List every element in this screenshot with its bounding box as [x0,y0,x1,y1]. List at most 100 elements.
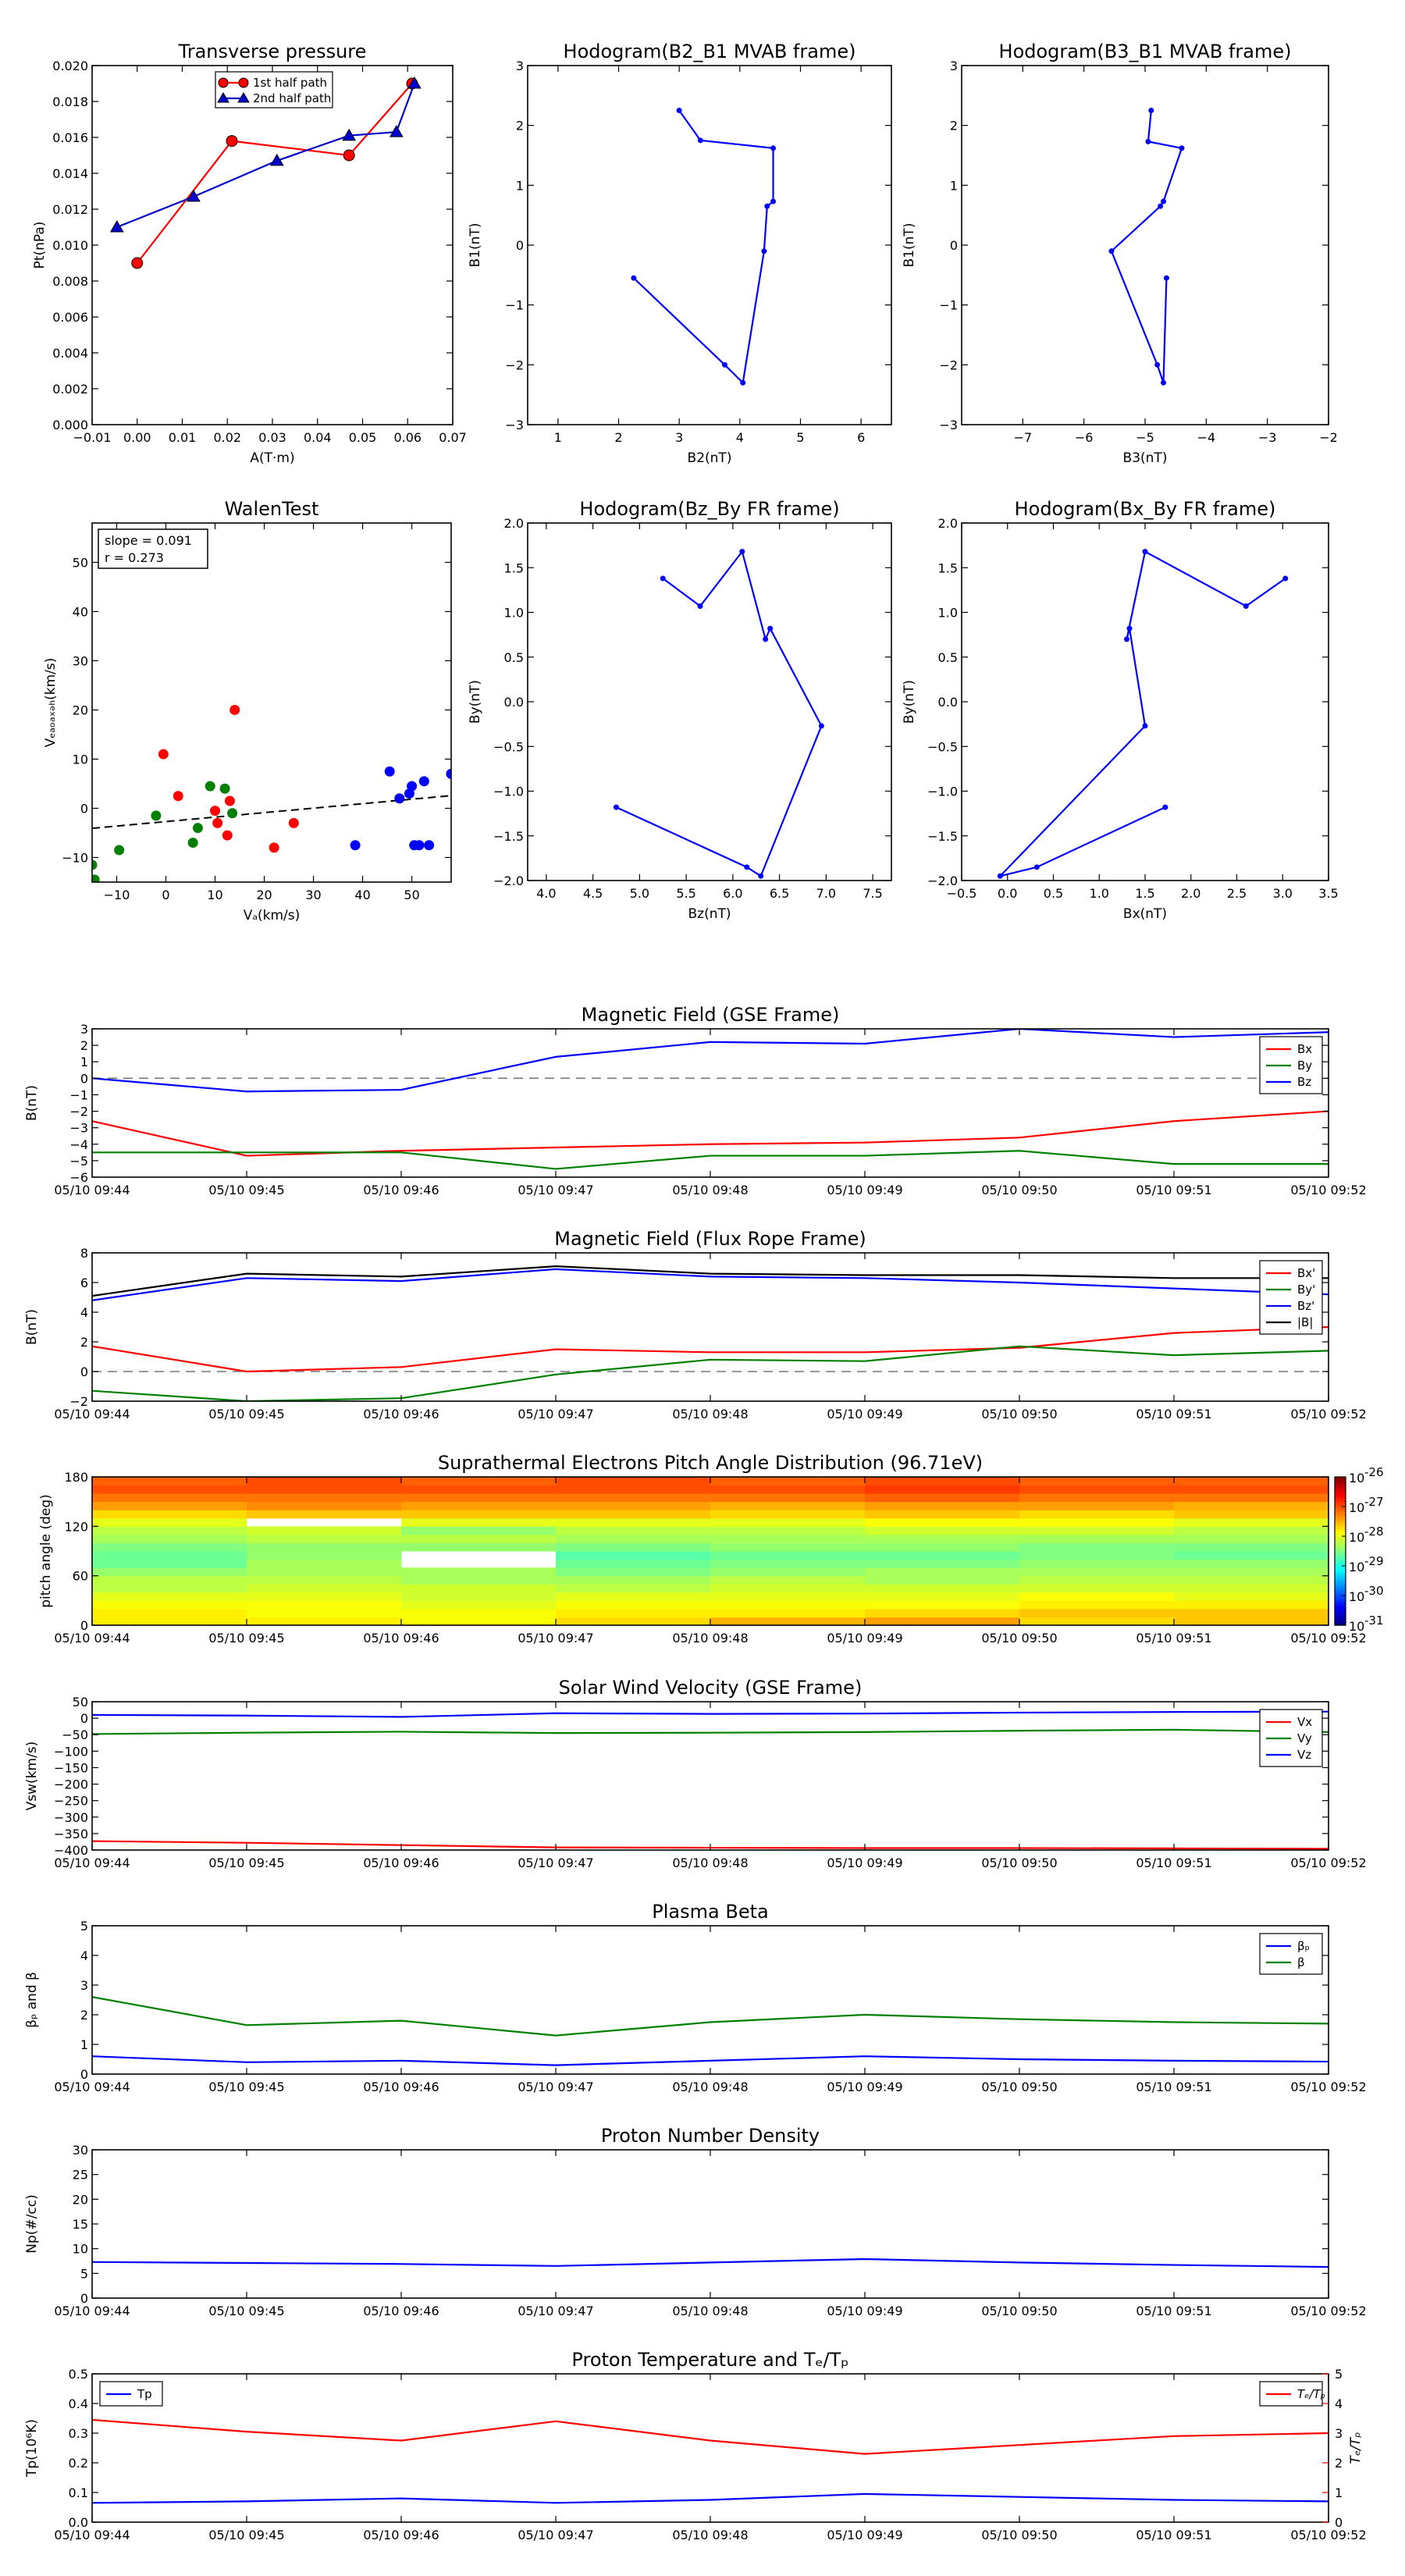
hodo_bxby-ytick-label: 2.0 [938,516,958,531]
pad-cell [865,1592,1020,1601]
mag_fr-ylabel: B(nT) [24,1309,40,1345]
pad-chart: Suprathermal Electrons Pitch Angle Distr… [38,1452,1384,1646]
walen-point [350,840,361,851]
mag_fr-chart: Magnetic Field (Flux Rope Frame) 05/10 09… [24,1228,1367,1421]
hodo_b3b1-ytick-label: −2 [939,358,958,372]
hodo_b2b1-ytick-label: 0 [516,238,524,253]
pad-cell [710,1575,866,1585]
hodo_b3b1-ytick-label: 2 [950,119,958,133]
vsw-title: Solar Wind Velocity (GSE Frame) [559,1677,863,1699]
hodo_b2b1-xlabel: B2(nT) [688,450,732,466]
beta-marks [92,1996,1329,2066]
pad-ytick-label: 60 [73,1569,88,1584]
pad-xtick-label: 05/10 09:45 [208,1631,284,1646]
mag_fr-xtick-label: 05/10 09:50 [981,1407,1057,1421]
pad-cell [92,1493,247,1503]
hodo_bxby-point [1282,575,1289,582]
pad-cell [1174,1567,1329,1577]
mag_gse-ytick-label: 1 [80,1055,88,1069]
beta-legend-label: βₚ [1297,1939,1310,1953]
hodo_bzby-point [818,723,824,729]
pad-cell [247,1592,402,1601]
hodo_b3b1-ytick-label: 3 [950,59,958,73]
pad-cell [865,1510,1020,1519]
hodo_b3b1-chart: Hodogram(B3_B1 MVAB frame) −7 −6 −5 −4 −3 −2 −3… [902,41,1338,466]
hodo_bxby-ytick-label: 1.0 [938,606,958,621]
pad-ytick-label: 0 [80,1618,88,1633]
pad-ylabel: pitch angle (deg) [38,1494,54,1608]
pad-cell [1174,1542,1329,1552]
hodo_b3b1-marks [1108,108,1185,386]
np-xtick-label: 05/10 09:46 [363,2304,439,2318]
pad-cell [92,1617,247,1626]
pad-cell [1174,1617,1329,1626]
tp-xtick-label: 05/10 09:49 [827,2528,902,2542]
pad-cell [247,1534,402,1543]
np-xtick-label: 05/10 09:47 [518,2304,593,2318]
pad-cell [1019,1517,1175,1527]
pad-cell [401,1567,557,1577]
vsw-xtick-label: 05/10 09:52 [1290,1856,1366,1870]
pad-cell [710,1526,866,1535]
pad-cell [1174,1493,1329,1503]
walen-ytick-label: 0 [80,801,88,816]
walen-marks [92,704,451,882]
pad-cell [92,1608,247,1617]
hodo_bzby-ytick-label: 0.5 [504,650,524,665]
tp-y2tick-label: 3 [1335,2426,1343,2441]
beta-xtick-label: 05/10 09:44 [54,2080,130,2094]
hodo_bzby-ytick-label: 0.0 [504,695,524,710]
mag_gse-ytick-label: −1 [69,1087,88,1102]
np-xtick-label: 05/10 09:48 [672,2304,748,2318]
tp-ylabel: Tp(10⁶K) [24,2419,40,2478]
tp-xtick-label: 05/10 09:51 [1136,2528,1211,2542]
mag_fr-xtick-label: 05/10 09:49 [827,1407,902,1421]
vsw-xtick-label: 05/10 09:50 [981,1856,1057,1870]
hodo_bxby-xlabel: Bx(nT) [1123,906,1167,922]
transverse-plot-frame [91,65,454,425]
hodo_b2b1-point [764,203,770,209]
vsw-ytick-label: −350 [54,1827,88,1841]
pad-cell [865,1485,1020,1494]
beta-chart: Plasma Beta 05/10 09:44 05/10 09:45 05/10 0… [24,1901,1367,2094]
pad-cell [710,1617,866,1626]
vsw-chart: Solar Wind Velocity (GSE Frame) 05/10 09:… [24,1677,1367,1870]
mag_gse-legend-label: By [1297,1059,1312,1073]
hodo_b3b1-xlabel: B3(nT) [1123,450,1168,466]
pad-cell [710,1510,866,1519]
beta-xtick-label: 05/10 09:50 [981,2080,1057,2094]
vsw-xtick-label: 05/10 09:48 [672,1856,748,1870]
tp-ytick-label: 0.3 [69,2426,88,2441]
mag_gse-xtick-label: 05/10 09:46 [363,1183,439,1197]
pad-colorbar-exponent: -26 [1364,1465,1384,1479]
hodo_b2b1-xtick-label: 5 [796,430,804,445]
hodo_bxby-xtick-label: 3.0 [1273,886,1293,901]
hodo_bzby-xlabel: Bz(nT) [688,906,731,922]
pad-cell [556,1617,711,1626]
pad-cell [1174,1559,1329,1568]
beta-xtick-label: 05/10 09:46 [363,2080,439,2094]
transverse-xtick-label: 0.03 [258,430,286,445]
vsw-xtick-label: 05/10 09:46 [363,1856,439,1870]
hodo_b3b1-xtick-label: −6 [1075,430,1094,445]
tp-y2tick-label: 2 [1335,2456,1343,2471]
pad-cell [92,1510,247,1519]
beta-ytick-label: 0 [80,2067,88,2082]
walen-point [192,823,203,834]
transverse-legend-label: 1st half path [253,76,327,90]
mag_gse-ytick-label: 2 [80,1038,88,1053]
vsw-legend-label: Vz [1297,1748,1311,1762]
pad-cell [401,1584,557,1593]
pad-colorbar-label: 10 [1349,1530,1364,1545]
hodo_b3b1-point [1108,248,1115,254]
pad-cell [556,1567,711,1577]
pad-cell [247,1551,402,1560]
hodo_b3b1-xtick-label: −4 [1197,430,1216,445]
pad-cell [92,1567,247,1577]
beta-series-line [92,2055,1329,2066]
hodo_bxby-ytick-label: −0.5 [927,739,958,754]
pad-colorbar-label: 10 [1349,1619,1364,1634]
transverse-ytick-label: 0.008 [52,274,88,289]
pad-cell [710,1517,866,1527]
walen-ytick-label: 20 [73,703,88,717]
